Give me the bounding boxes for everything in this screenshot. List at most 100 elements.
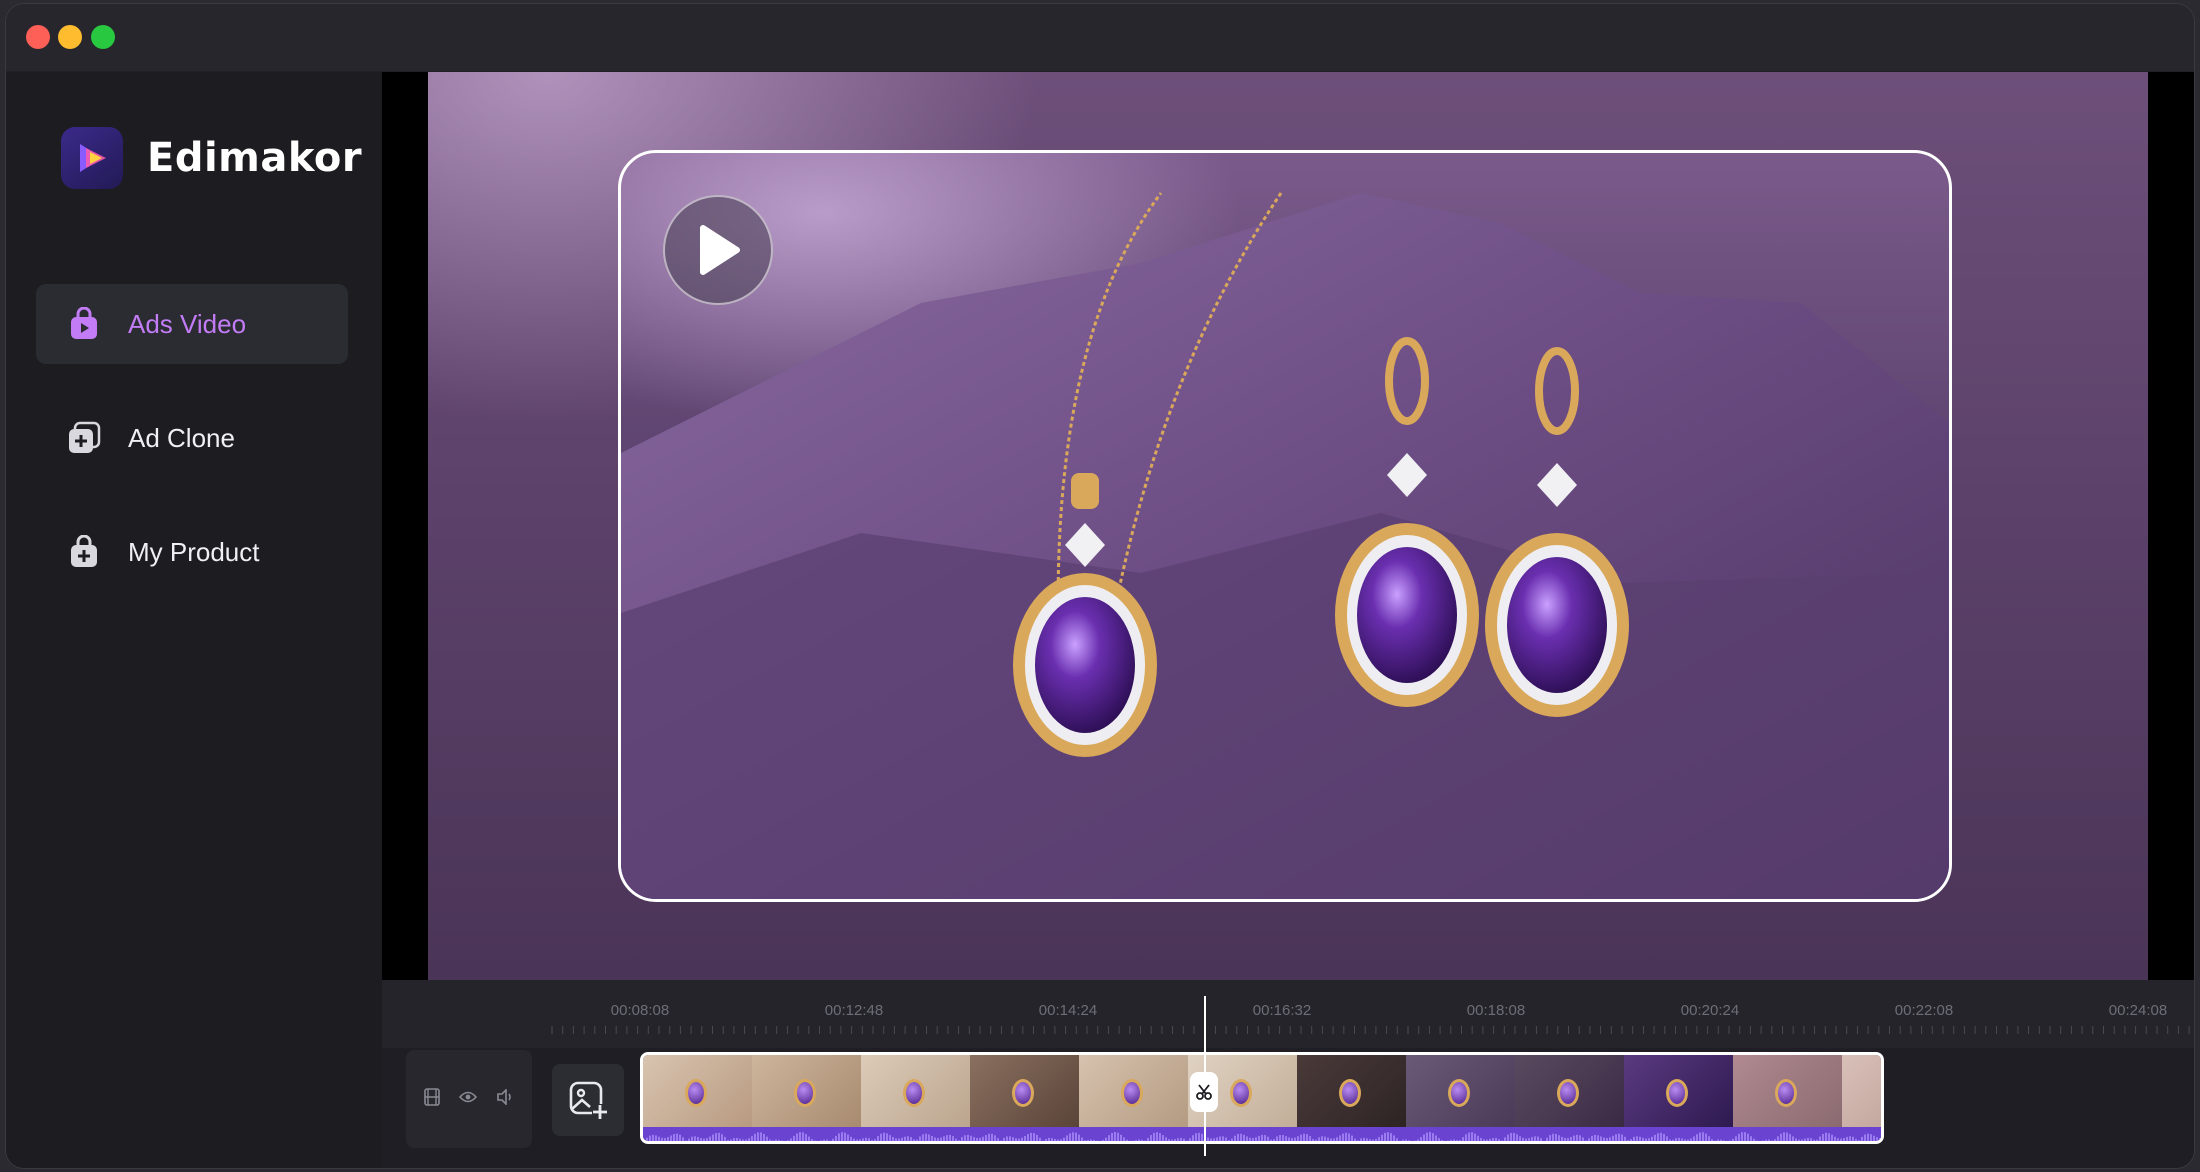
- waveform-bar: [1018, 1138, 1020, 1141]
- waveform-bar: [1075, 1132, 1077, 1141]
- waveform-bar: [796, 1133, 798, 1141]
- waveform-bar: [940, 1137, 942, 1141]
- waveform-bar: [1609, 1137, 1611, 1141]
- waveform-bar: [1693, 1136, 1695, 1141]
- waveform-bar: [1225, 1137, 1227, 1141]
- waveform-bar: [733, 1138, 735, 1141]
- waveform-bar: [1195, 1133, 1197, 1141]
- waveform-bar: [1312, 1139, 1314, 1141]
- edimakor-logo-icon: [61, 127, 123, 189]
- waveform-bar: [1378, 1137, 1380, 1141]
- waveform-bar: [1000, 1140, 1002, 1141]
- waveform-bar: [655, 1135, 657, 1141]
- waveform-bar: [1582, 1137, 1584, 1141]
- waveform-bar: [1567, 1137, 1569, 1141]
- waveform-bar: [1579, 1135, 1581, 1141]
- waveform-bar: [814, 1140, 816, 1141]
- waveform-bar: [889, 1135, 891, 1141]
- waveform-bar: [859, 1139, 861, 1141]
- play-icon: [700, 225, 740, 275]
- waveform-graphic: [643, 1132, 1881, 1144]
- video-frame[interactable]: [618, 150, 1952, 902]
- waveform-bar: [1822, 1133, 1824, 1141]
- waveform-bar: [1117, 1132, 1119, 1141]
- play-button[interactable]: [663, 195, 773, 305]
- waveform-bar: [1003, 1137, 1005, 1141]
- waveform-bar: [1381, 1134, 1383, 1141]
- gem-shape: [1121, 1079, 1143, 1107]
- sidebar-item-label: My Product: [128, 536, 260, 567]
- waveform-bar: [1660, 1132, 1662, 1141]
- waveform-bar: [1867, 1133, 1869, 1141]
- gem-shape: [1775, 1079, 1797, 1107]
- waveform-bar: [1288, 1137, 1290, 1141]
- waveform-bar: [1291, 1138, 1293, 1141]
- film-icon[interactable]: [423, 1087, 440, 1111]
- waveform-bar: [1702, 1132, 1704, 1141]
- maximize-window-button[interactable]: [91, 25, 115, 49]
- waveform-bar: [1429, 1132, 1431, 1141]
- waveform-bar: [1297, 1136, 1299, 1141]
- waveform-bar: [1174, 1139, 1176, 1141]
- waveform-bar: [1507, 1134, 1509, 1141]
- waveform-bar: [1594, 1134, 1596, 1141]
- waveform-bar: [868, 1138, 870, 1141]
- waveform-bar: [745, 1139, 747, 1141]
- sidebar-item-ad-clone[interactable]: Ad Clone: [36, 398, 348, 478]
- waveform-bar: [1666, 1136, 1668, 1141]
- sidebar-item-ads-video[interactable]: Ads Video: [36, 284, 348, 364]
- waveform-bar: [1093, 1139, 1095, 1141]
- waveform-bar: [1300, 1134, 1302, 1141]
- close-window-button[interactable]: [26, 25, 50, 49]
- waveform-bar: [1471, 1132, 1473, 1141]
- waveform-bar: [898, 1138, 900, 1141]
- waveform-bar: [688, 1138, 690, 1141]
- waveform-bar: [664, 1138, 666, 1141]
- waveform-bar: [643, 1141, 645, 1144]
- video-clip-track[interactable]: [640, 1052, 1884, 1144]
- waveform-bar: [1846, 1136, 1848, 1141]
- waveform-bar: [1009, 1136, 1011, 1141]
- split-button[interactable]: [1190, 1072, 1218, 1112]
- sidebar-item-my-product[interactable]: My Product: [36, 512, 348, 592]
- track-tools: [406, 1050, 532, 1148]
- eye-icon[interactable]: [458, 1090, 478, 1109]
- waveform-bar: [1087, 1139, 1089, 1141]
- waveform-bar: [1084, 1140, 1086, 1141]
- waveform-bar: [1570, 1136, 1572, 1141]
- waveform-bar: [1861, 1136, 1863, 1141]
- waveform-bar: [1306, 1134, 1308, 1141]
- audio-waveform: [643, 1127, 1881, 1144]
- waveform-bar: [1423, 1134, 1425, 1141]
- waveform-bar: [1249, 1137, 1251, 1141]
- waveform-bar: [1474, 1133, 1476, 1141]
- waveform-bar: [1855, 1138, 1857, 1141]
- waveform-bar: [1714, 1140, 1716, 1141]
- waveform-bar: [964, 1135, 966, 1141]
- waveform-bar: [874, 1139, 876, 1141]
- time-ruler[interactable]: 00:08:08 00:12:48 00:14:24 00:16:32 00:1…: [382, 980, 2194, 1048]
- waveform-bar: [1717, 1139, 1719, 1141]
- waveform-bar: [1768, 1139, 1770, 1141]
- waveform-bar: [1138, 1139, 1140, 1141]
- waveform-bar: [877, 1136, 879, 1141]
- waveform-bar: [1129, 1140, 1131, 1141]
- waveform-bar: [1369, 1139, 1371, 1141]
- waveform-bar: [1345, 1132, 1347, 1141]
- waveform-bar: [1045, 1138, 1047, 1141]
- speaker-icon[interactable]: [496, 1087, 514, 1110]
- waveform-bar: [979, 1137, 981, 1141]
- waveform-bar: [1639, 1136, 1641, 1141]
- waveform-bar: [937, 1138, 939, 1141]
- waveform-bar: [1006, 1136, 1008, 1141]
- waveform-bar: [1879, 1138, 1881, 1141]
- waveform-bar: [1414, 1140, 1416, 1141]
- waveform-bar: [1477, 1135, 1479, 1141]
- add-media-button[interactable]: [552, 1064, 624, 1136]
- waveform-bar: [1363, 1137, 1365, 1141]
- gem-shape: [1448, 1079, 1470, 1107]
- tick-label: 00:24:08: [2108, 1002, 2168, 1019]
- waveform-bar: [982, 1136, 984, 1141]
- minimize-window-button[interactable]: [58, 25, 82, 49]
- waveform-bar: [910, 1137, 912, 1141]
